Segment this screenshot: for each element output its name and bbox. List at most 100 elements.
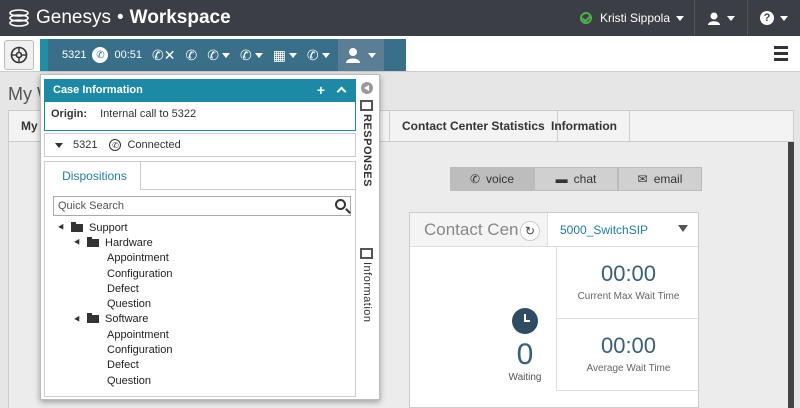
brand: Genesys • Workspace (0, 7, 231, 29)
folder-icon (71, 221, 83, 232)
tab-contact-center-statistics[interactable]: Contact Center Statistics (389, 111, 558, 141)
conference-button[interactable]: ✆ (240, 47, 263, 64)
stat-current-max-wait: 00:00 Current Max Wait Time (556, 247, 700, 319)
tab-email-label: email (653, 172, 683, 186)
tree-folder-hardware[interactable]: Hardware (74, 235, 172, 250)
hold-call-button[interactable]: ✆ (185, 47, 197, 64)
tree-node-label: Software (105, 313, 149, 326)
queue-select[interactable]: 5000_SwitchSIP (548, 213, 698, 247)
tab-voice[interactable]: ✆ voice (450, 167, 534, 191)
user-name: Kristi Sippola (599, 11, 670, 25)
phone-hangup-icon: ✆✕ (152, 46, 176, 63)
folder-icon (87, 313, 99, 324)
stat-label: Average Wait Time (586, 363, 671, 374)
refresh-icon[interactable]: ↻ (520, 221, 540, 241)
tab-chat-label: chat (573, 172, 597, 186)
tree-item[interactable]: Appointment (107, 327, 172, 342)
genesys-logo-icon (9, 9, 29, 27)
status-ready-icon (579, 12, 592, 24)
search-icon[interactable] (335, 199, 346, 210)
phone-hold-icon: ✆ (185, 46, 198, 63)
connection-status: Connected (127, 139, 181, 151)
agent-status-button[interactable] (694, 0, 747, 36)
tab-email[interactable]: ✉ email (618, 167, 702, 191)
chevron-down-icon (678, 225, 688, 232)
tree-folder-software[interactable]: Software (74, 312, 172, 327)
product-name: Workspace (129, 7, 231, 28)
tree-item[interactable]: Appointment (107, 251, 172, 266)
tree-item[interactable]: Configuration (107, 266, 172, 281)
scrollbar[interactable] (788, 142, 794, 408)
stat-label: Current Max Wait Time (577, 291, 680, 302)
queue-select-value: 5000_SwitchSIP (560, 223, 649, 237)
dialpad-button[interactable]: ▦ (273, 47, 297, 64)
top-bar: Genesys • Workspace Kristi Sippola ? (0, 0, 800, 36)
party-action-button[interactable] (337, 39, 384, 71)
envelope-icon: ✉ (637, 172, 648, 186)
chevron-down-icon (221, 52, 230, 58)
folder-icon (87, 236, 99, 247)
party-connection-row[interactable]: 5321 ✆ Connected (44, 133, 356, 157)
waiting-label: Waiting (508, 372, 542, 383)
expand-icon[interactable] (74, 239, 82, 247)
expand-icon[interactable] (58, 223, 66, 232)
chevron-down-icon (367, 52, 376, 58)
end-call-button[interactable]: ✆✕ (152, 47, 175, 64)
expand-icon[interactable] (55, 142, 63, 148)
transfer-call-button[interactable]: ✆ (207, 47, 230, 64)
side-tab-bar: RESPONSES Information (356, 74, 378, 400)
chevron-down-icon (676, 15, 684, 21)
disposition-search-input[interactable]: Quick Search (53, 196, 351, 216)
main-menu-button[interactable] (4, 40, 34, 70)
chat-icon: ▬ (555, 172, 568, 186)
add-case-data-button[interactable]: + (317, 82, 325, 98)
user-menu[interactable]: Kristi Sippola (579, 11, 684, 25)
chevron-down-icon (321, 52, 330, 58)
stat-average-wait: 00:00 Average Wait Time (556, 319, 700, 391)
disposition-tree: Support Hardware Appointment Configurati… (58, 220, 172, 388)
information-icon (360, 248, 373, 259)
help-button[interactable]: ? (747, 0, 800, 36)
tree-item[interactable]: Defect (107, 358, 172, 373)
tab-information[interactable]: Information (539, 111, 630, 141)
brand-name: Genesys (36, 7, 111, 28)
search-placeholder: Quick Search (58, 200, 125, 212)
interaction-panel: Case Information + Origin: Internal call… (40, 74, 380, 400)
call-toolbar: 5321 ✆ 00:51 ✆✕ ✆ ✆ ✆ ▦ ✆ (40, 39, 406, 71)
expand-icon[interactable] (74, 315, 82, 324)
tab-voice-label: voice (486, 172, 515, 186)
case-origin: Origin: Internal call to 5322 (45, 102, 355, 120)
chevron-down-icon (288, 52, 297, 58)
tree-folder-support[interactable]: Support (58, 220, 172, 235)
call-phone-icon: ✆ (92, 47, 109, 63)
phone-icon: ✆ (469, 172, 481, 186)
tree-item[interactable]: Question (107, 296, 172, 311)
waiting-count: 0 (516, 338, 534, 371)
tab-dispositions[interactable]: Dispositions (49, 162, 141, 190)
tree-item[interactable]: Defect (107, 281, 172, 296)
tree-item[interactable]: Question (107, 373, 172, 388)
tab-divider (141, 189, 355, 190)
tree-item[interactable]: Configuration (107, 342, 172, 357)
waiting-stat: 0 Waiting (500, 308, 550, 383)
party-user-icon (345, 48, 360, 63)
tab-chat[interactable]: ▬ chat (534, 167, 618, 191)
consult-button[interactable]: ✆ (307, 47, 330, 64)
phone-transfer-icon: ✆ (207, 46, 219, 63)
hamburger-menu-icon[interactable] (774, 46, 788, 64)
brand-separator: • (116, 7, 124, 28)
collapse-icon[interactable] (336, 86, 347, 97)
book-icon (360, 100, 373, 111)
chevron-down-icon (254, 52, 263, 58)
dispositions-panel: Dispositions Quick Search Support Hardwa… (44, 161, 356, 397)
tab-responses[interactable]: RESPONSES (361, 114, 373, 187)
origin-value: Internal call to 5322 (100, 108, 197, 120)
chevron-down-icon (727, 15, 735, 21)
close-sidebar-icon[interactable] (361, 82, 373, 94)
origin-label: Origin: (51, 108, 88, 120)
chevron-down-icon (780, 15, 788, 21)
agent-headset-icon (708, 12, 720, 25)
tab-information-side[interactable]: Information (361, 262, 373, 323)
help-icon: ? (760, 11, 774, 25)
workspace-logo-icon (10, 46, 28, 64)
